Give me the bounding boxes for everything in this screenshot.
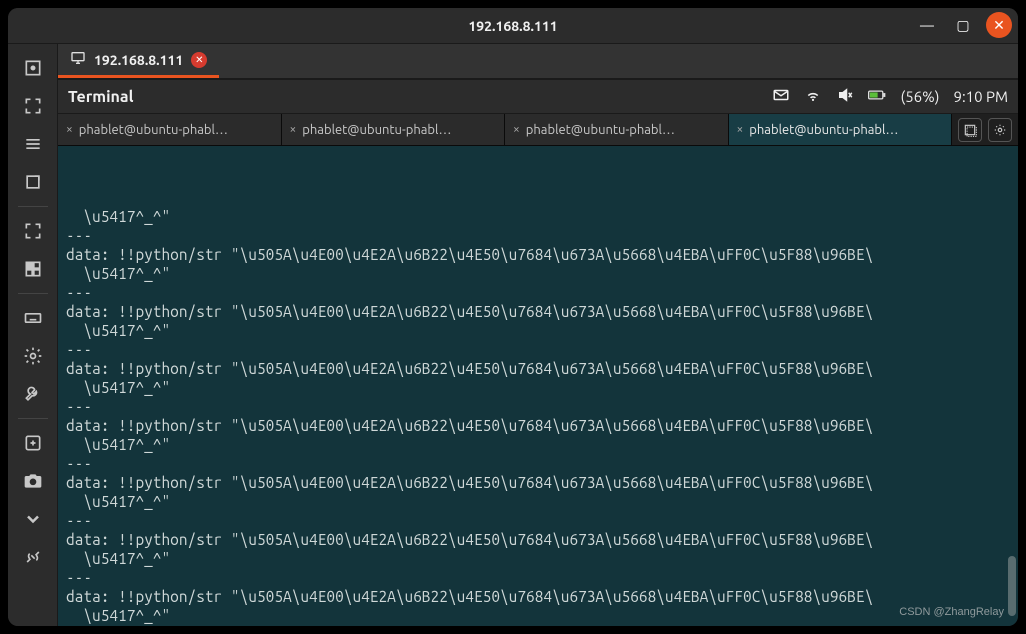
terminal-line: ---: [66, 283, 1010, 302]
terminal-line: ---: [66, 625, 1010, 626]
mail-icon[interactable]: [772, 86, 790, 107]
left-toolbar: [8, 44, 58, 626]
terminal-tab-actions: [952, 114, 1018, 145]
tab-close-icon[interactable]: ×: [737, 123, 744, 136]
watermark-text: CSDN @ZhangRelay: [899, 603, 1004, 622]
focus-icon[interactable]: [15, 50, 51, 86]
terminal-line: \u5417^_^": [66, 549, 1010, 568]
connection-tab-close[interactable]: ✕: [191, 52, 207, 68]
terminal-line: ---: [66, 397, 1010, 416]
terminal-line: data: !!python/str "\u505A\u4E00\u4E2A\u…: [66, 587, 1010, 606]
toolbar-separator: [18, 293, 48, 294]
app-title: Terminal: [68, 88, 133, 106]
add-icon[interactable]: [15, 425, 51, 461]
terminal-line: data: !!python/str "\u505A\u4E00\u4E2A\u…: [66, 473, 1010, 492]
terminal-line: \u5417^_^": [66, 264, 1010, 283]
terminal-line: \u5417^_^": [66, 207, 1010, 226]
tab-close-icon[interactable]: ×: [290, 123, 297, 136]
keyboard-icon[interactable]: [15, 300, 51, 336]
fullscreen-icon[interactable]: [15, 88, 51, 124]
terminal-line: ---: [66, 340, 1010, 359]
tab-close-icon[interactable]: ×: [513, 123, 520, 136]
close-button[interactable]: ✕: [986, 12, 1012, 38]
terminal-tab-label: phablet@ubuntu-phabl…: [526, 123, 675, 137]
new-tab-icon[interactable]: [958, 118, 982, 142]
disconnect-icon[interactable]: [15, 539, 51, 575]
terminal-line: ---: [66, 568, 1010, 587]
chevron-down-icon[interactable]: [15, 501, 51, 537]
terminal-output[interactable]: \u5417^_^"---data: !!python/str "\u505A\…: [58, 146, 1018, 626]
terminal-line: data: !!python/str "\u505A\u4E00\u4E2A\u…: [66, 302, 1010, 321]
terminal-line: \u5417^_^": [66, 321, 1010, 340]
terminal-tab[interactable]: × phablet@ubuntu-phabl…: [282, 114, 506, 145]
terminal-line: \u5417^_^": [66, 606, 1010, 625]
terminal-line: ---: [66, 226, 1010, 245]
terminal-line: \u5417^_^": [66, 435, 1010, 454]
battery-icon[interactable]: [868, 86, 886, 107]
terminal-line: data: !!python/str "\u505A\u4E00\u4E2A\u…: [66, 416, 1010, 435]
app-window: 192.168.8.111 — ▢ ✕: [8, 8, 1018, 626]
fit-icon[interactable]: [15, 213, 51, 249]
wrench-icon[interactable]: [15, 376, 51, 412]
connection-tab-label: 192.168.8.111: [94, 52, 183, 68]
titlebar: 192.168.8.111 — ▢ ✕: [8, 8, 1018, 44]
terminal-tab-label: phablet@ubuntu-phabl…: [79, 123, 228, 137]
status-area: (56%) 9:10 PM: [772, 86, 1008, 107]
main-area: 192.168.8.111 ✕ Terminal: [58, 44, 1018, 626]
window-title: 192.168.8.111: [468, 18, 557, 34]
terminal-line: \u5417^_^": [66, 378, 1010, 397]
volume-muted-icon[interactable]: [836, 86, 854, 107]
toolbar-separator: [18, 418, 48, 419]
terminal-line: data: !!python/str "\u505A\u4E00\u4E2A\u…: [66, 245, 1010, 264]
terminal-tab-label: phablet@ubuntu-phabl…: [302, 123, 451, 137]
scale-icon[interactable]: [15, 251, 51, 287]
minimize-button[interactable]: —: [914, 12, 940, 38]
terminal-line: ---: [66, 454, 1010, 473]
inner-appbar: Terminal (56%) 9:10 PM: [58, 80, 1018, 114]
terminal-tab[interactable]: × phablet@ubuntu-phabl…: [729, 114, 953, 145]
terminal-line: ---: [66, 511, 1010, 530]
camera-icon[interactable]: [15, 463, 51, 499]
terminal-line: data: !!python/str "\u505A\u4E00\u4E2A\u…: [66, 530, 1010, 549]
tab-settings-icon[interactable]: [988, 118, 1012, 142]
terminal-tabbar: × phablet@ubuntu-phabl… × phablet@ubuntu-ph…: [58, 114, 1018, 146]
popout-icon[interactable]: [15, 164, 51, 200]
clock-time: 9:10 PM: [953, 88, 1008, 105]
terminal-tab[interactable]: × phablet@ubuntu-phabl…: [505, 114, 729, 145]
menu-icon[interactable]: [15, 126, 51, 162]
wifi-icon[interactable]: [804, 86, 822, 107]
terminal-line: \u5417^_^": [66, 492, 1010, 511]
toolbar-separator: [18, 206, 48, 207]
tab-close-icon[interactable]: ×: [66, 123, 73, 136]
monitor-icon: [70, 50, 86, 69]
connection-tabbar: 192.168.8.111 ✕: [58, 44, 1018, 80]
window-controls: — ▢ ✕: [914, 12, 1012, 38]
scrollbar-thumb[interactable]: [1008, 556, 1016, 616]
terminal-tab-label: phablet@ubuntu-phabl…: [749, 123, 898, 137]
gear-icon[interactable]: [15, 338, 51, 374]
terminal-tab[interactable]: × phablet@ubuntu-phabl…: [58, 114, 282, 145]
terminal-line: data: !!python/str "\u505A\u4E00\u4E2A\u…: [66, 359, 1010, 378]
battery-pct: (56%): [900, 88, 939, 105]
maximize-button[interactable]: ▢: [950, 12, 976, 38]
connection-tab[interactable]: 192.168.8.111 ✕: [58, 44, 219, 78]
